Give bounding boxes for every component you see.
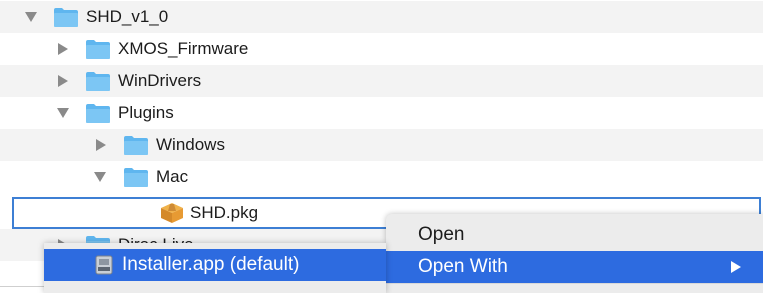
disclosure-expanded-icon[interactable] — [56, 106, 70, 120]
tree-item-label: SHD_v1_0 — [86, 7, 169, 26]
tree-item-label: XMOS_Firmware — [118, 39, 249, 58]
package-icon — [160, 202, 184, 229]
menu-item-open-with[interactable]: Open With — [386, 251, 763, 283]
context-menu: Open Open With — [386, 214, 763, 293]
folder-icon — [124, 136, 148, 155]
menu-item-label: Installer.app (default) — [122, 254, 300, 275]
menu-item-label: Open — [418, 224, 465, 245]
menu-item-open[interactable]: Open — [386, 219, 763, 251]
open-with-submenu: Installer.app (default) — [44, 243, 386, 293]
tree-row[interactable]: Plugins — [0, 97, 763, 129]
tree-item-label: Mac — [156, 167, 189, 186]
folder-icon — [54, 8, 78, 27]
disclosure-collapsed-icon[interactable] — [94, 138, 108, 152]
disclosure-collapsed-icon[interactable] — [56, 74, 70, 88]
menu-item-installer-app[interactable]: Installer.app (default) — [44, 249, 386, 281]
submenu-arrow-icon — [731, 261, 741, 273]
disclosure-expanded-icon[interactable] — [93, 170, 107, 184]
installer-app-icon — [94, 255, 114, 280]
folder-icon — [86, 104, 110, 123]
tree-item-label: Windows — [156, 135, 225, 154]
folder-icon — [86, 72, 110, 91]
tree-item-label: SHD.pkg — [190, 203, 259, 222]
menu-item-label: Open With — [418, 256, 508, 277]
tree-row-root[interactable]: SHD_v1_0 — [0, 1, 763, 33]
tree-row[interactable]: WinDrivers — [0, 65, 763, 97]
tree-row[interactable]: Windows — [0, 129, 763, 161]
tree-row[interactable]: Mac — [0, 161, 763, 193]
tree-item-label: WinDrivers — [118, 71, 202, 90]
folder-icon — [86, 40, 110, 59]
disclosure-expanded-icon[interactable] — [24, 10, 38, 24]
folder-icon — [124, 168, 148, 187]
menu-separator — [386, 283, 763, 284]
tree-item-label: Plugins — [118, 103, 174, 122]
disclosure-collapsed-icon[interactable] — [56, 42, 70, 56]
tree-row[interactable]: XMOS_Firmware — [0, 33, 763, 65]
